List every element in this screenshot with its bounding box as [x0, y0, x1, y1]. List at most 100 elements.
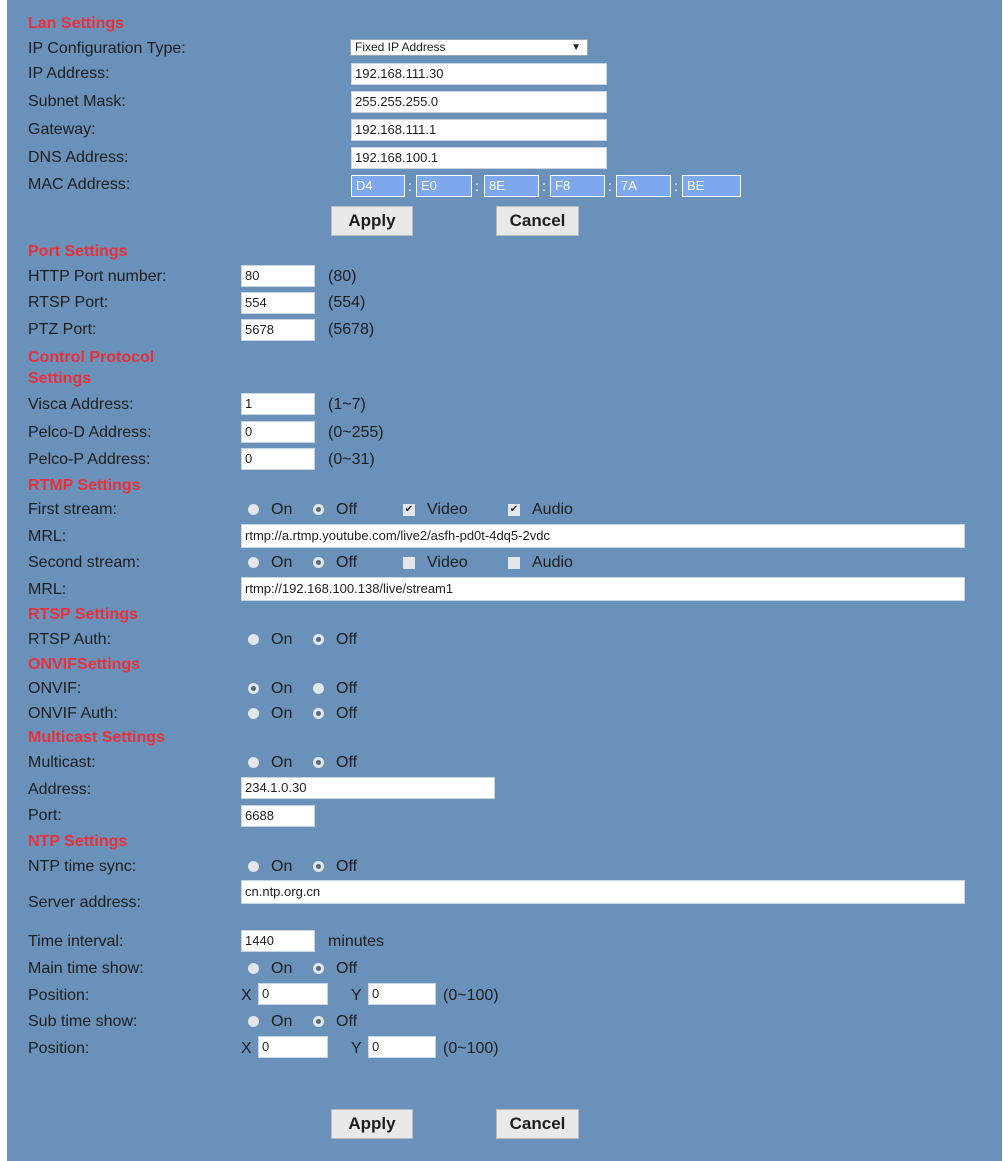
sub-position-x-input[interactable]: 0: [258, 1036, 328, 1058]
onvif-auth-off-label: Off: [336, 705, 358, 722]
main-time-on-radio[interactable]: [248, 963, 259, 974]
http-port-input[interactable]: 80: [241, 265, 315, 287]
port-settings-heading: Port Settings: [28, 243, 128, 260]
pelco-p-address-input[interactable]: 0: [241, 448, 315, 470]
sub-time-on-label: On: [271, 1013, 293, 1030]
mac-octet-6[interactable]: BE: [682, 175, 741, 197]
visca-address-label: Visca Address:: [28, 396, 134, 413]
sub-time-on-radio[interactable]: [248, 1016, 259, 1027]
mac-octet-3[interactable]: 8E: [484, 175, 539, 197]
rtsp-port-input[interactable]: 554: [241, 292, 315, 314]
multicast-on-label: On: [271, 754, 293, 771]
time-interval-input[interactable]: 1440: [241, 930, 315, 952]
multicast-port-input[interactable]: 6688: [241, 805, 315, 827]
onvif-settings-heading: ONVIFSettings: [28, 656, 141, 673]
rtsp-auth-off-label: Off: [336, 631, 358, 648]
mac-separator: :: [608, 178, 612, 194]
second-stream-video-checkbox[interactable]: [403, 557, 415, 569]
second-stream-on-label: On: [271, 554, 293, 571]
main-time-off-radio[interactable]: [313, 963, 324, 974]
time-interval-label: Time interval:: [28, 933, 124, 950]
first-stream-off-radio[interactable]: [313, 504, 324, 515]
main-position-y-label: Y: [351, 987, 362, 1004]
ip-config-type-label: IP Configuration Type:: [28, 40, 186, 57]
ntp-sync-off-radio[interactable]: [313, 861, 324, 872]
pelco-d-address-input[interactable]: 0: [241, 421, 315, 443]
rtsp-auth-label: RTSP Auth:: [28, 631, 112, 648]
multicast-off-label: Off: [336, 754, 358, 771]
main-position-y-input[interactable]: 0: [368, 983, 436, 1005]
first-stream-audio-label: Audio: [532, 501, 573, 518]
main-time-on-label: On: [271, 960, 293, 977]
sub-position-y-label: Y: [351, 1040, 362, 1057]
lan-settings-heading: Lan Settings: [28, 15, 125, 32]
second-stream-audio-label: Audio: [532, 554, 573, 571]
first-stream-audio-checkbox[interactable]: ✔: [508, 504, 520, 516]
sub-position-y-input[interactable]: 0: [368, 1036, 436, 1058]
onvif-on-radio[interactable]: [248, 683, 259, 694]
http-port-label: HTTP Port number:: [28, 268, 167, 285]
onvif-auth-on-radio[interactable]: [248, 708, 259, 719]
mac-octet-2[interactable]: E0: [416, 175, 472, 197]
ptz-port-default: (5678): [328, 321, 375, 338]
footer-apply-button[interactable]: Apply: [331, 1109, 413, 1139]
mac-octet-1[interactable]: D4: [351, 175, 405, 197]
sub-position-label: Position:: [28, 1040, 90, 1057]
sub-time-off-radio[interactable]: [313, 1016, 324, 1027]
second-stream-off-label: Off: [336, 554, 358, 571]
second-stream-on-radio[interactable]: [248, 557, 259, 568]
first-stream-on-radio[interactable]: [248, 504, 259, 515]
first-stream-video-checkbox[interactable]: ✔: [403, 504, 415, 516]
ptz-port-label: PTZ Port:: [28, 321, 97, 338]
ip-config-type-select[interactable]: Fixed IP Address ▼: [350, 39, 588, 56]
sub-time-off-label: Off: [336, 1013, 358, 1030]
onvif-auth-on-label: On: [271, 705, 293, 722]
mrl-first-input[interactable]: rtmp://a.rtmp.youtube.com/live2/asfh-pd0…: [241, 524, 965, 548]
control-protocol-heading-cont: Settings: [28, 370, 92, 387]
first-stream-off-label: Off: [336, 501, 358, 518]
ptz-port-input[interactable]: 5678: [241, 319, 315, 341]
mac-octet-4[interactable]: F8: [550, 175, 605, 197]
mac-octet-5[interactable]: 7A: [616, 175, 671, 197]
ip-address-input[interactable]: 192.168.111.30: [351, 63, 607, 85]
onvif-off-radio[interactable]: [313, 683, 324, 694]
multicast-on-radio[interactable]: [248, 757, 259, 768]
time-interval-unit: minutes: [328, 933, 385, 950]
first-stream-video-label: Video: [427, 501, 468, 518]
main-position-x-label: X: [241, 987, 252, 1004]
pelco-d-address-label: Pelco-D Address:: [28, 424, 152, 441]
mrl-second-label: MRL:: [28, 581, 67, 598]
onvif-auth-off-radio[interactable]: [313, 708, 324, 719]
second-stream-label: Second stream:: [28, 554, 141, 571]
dns-address-label: DNS Address:: [28, 149, 129, 166]
rtsp-auth-off-radio[interactable]: [313, 634, 324, 645]
mac-separator: :: [475, 178, 479, 194]
footer-cancel-button[interactable]: Cancel: [496, 1109, 579, 1139]
control-protocol-heading: Control Protocol: [28, 349, 155, 366]
multicast-off-radio[interactable]: [313, 757, 324, 768]
rtsp-auth-on-radio[interactable]: [248, 634, 259, 645]
multicast-address-input[interactable]: 234.1.0.30: [241, 777, 495, 799]
subnet-mask-input[interactable]: 255.255.255.0: [351, 91, 607, 113]
mac-address-label: MAC Address:: [28, 176, 131, 193]
visca-address-input[interactable]: 1: [241, 393, 315, 415]
main-position-label: Position:: [28, 987, 90, 1004]
ntp-sync-on-label: On: [271, 858, 293, 875]
ntp-sync-on-radio[interactable]: [248, 861, 259, 872]
lan-apply-button[interactable]: Apply: [331, 206, 413, 236]
dns-address-input[interactable]: 192.168.100.1: [351, 147, 607, 169]
server-address-input[interactable]: cn.ntp.org.cn: [241, 880, 965, 904]
second-stream-off-radio[interactable]: [313, 557, 324, 568]
second-stream-audio-checkbox[interactable]: [508, 557, 520, 569]
lan-cancel-button[interactable]: Cancel: [496, 206, 579, 236]
second-stream-video-label: Video: [427, 554, 468, 571]
rtsp-port-label: RTSP Port:: [28, 294, 109, 311]
onvif-on-label: On: [271, 680, 293, 697]
main-position-x-input[interactable]: 0: [258, 983, 328, 1005]
rtsp-port-default: (554): [328, 294, 366, 311]
mrl-second-input[interactable]: rtmp://192.168.100.138/live/stream1: [241, 577, 965, 601]
gateway-input[interactable]: 192.168.111.1: [351, 119, 607, 141]
main-position-range: (0~100): [443, 987, 499, 1004]
sub-position-x-label: X: [241, 1040, 252, 1057]
sub-position-range: (0~100): [443, 1040, 499, 1057]
